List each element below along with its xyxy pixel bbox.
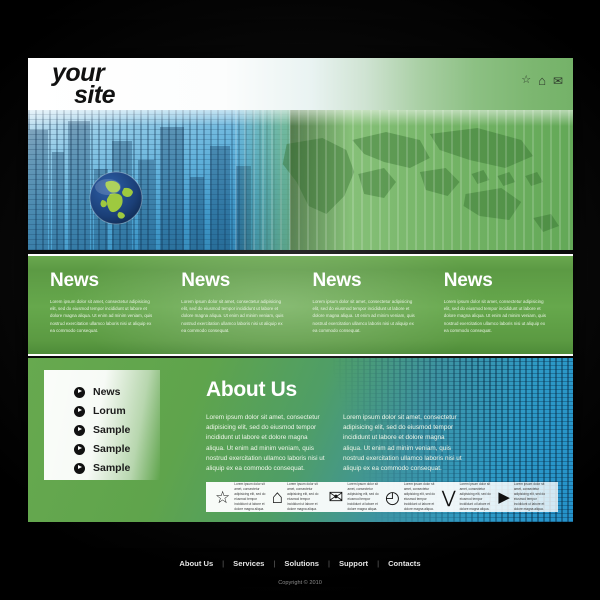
books-icon: ⋁ — [441, 487, 456, 507]
feature-item-mail[interactable]: ✉ Lorem ipsum dolor sit amet, consectetu… — [325, 482, 382, 512]
home-icon: ⌂ — [271, 486, 284, 508]
site-footer: About Us | Services | Solutions | Suppor… — [0, 553, 600, 586]
feature-item-star[interactable]: ☆ Lorem ipsum dolor sit amet, consectetu… — [212, 482, 269, 512]
footer-links: About Us | Services | Solutions | Suppor… — [179, 559, 420, 568]
footer-link-solutions[interactable]: Solutions — [284, 559, 319, 568]
footer-link-contacts[interactable]: Contacts — [388, 559, 421, 568]
website-mockup: your site ☆ ⌂ ✉ News Lorem ipsum dolor s… — [28, 58, 573, 548]
sidebar-item-label: News — [93, 386, 121, 398]
footer-separator: | — [273, 559, 276, 568]
news-body: Lorem ipsum dolor sit amet, consectetur … — [181, 299, 284, 333]
star-icon[interactable]: ☆ — [521, 75, 531, 86]
globe-icon — [86, 168, 146, 228]
hero-sheen — [28, 110, 573, 126]
news-section: News Lorem ipsum dolor sit amet, consect… — [28, 254, 573, 356]
arrow-circle-icon — [74, 443, 85, 455]
hero-stripe-overlay — [235, 110, 573, 250]
news-heading: News — [50, 270, 99, 291]
sidebar-item-label: Sample — [93, 443, 131, 455]
feature-caption: Lorem ipsum dolor sit amet, consectetur … — [513, 482, 546, 511]
news-body: Lorem ipsum dolor sit amet, consectetur … — [443, 299, 547, 333]
feature-caption: Lorem ipsum dolor sit amet, consectetur … — [347, 482, 379, 511]
about-title: About Us — [206, 378, 297, 401]
about-content: About Us Lorem ipsum dolor sit amet, con… — [206, 378, 462, 474]
site-header: your site ☆ ⌂ ✉ — [28, 58, 573, 110]
logo-line-2: site — [74, 81, 116, 109]
feature-item-books[interactable]: ⋁ Lorem ipsum dolor sit amet, consectetu… — [439, 482, 496, 512]
footer-link-support[interactable]: Support — [339, 559, 368, 568]
copyright-text: Copyright © 2010 — [278, 580, 322, 586]
feature-caption: Lorem ipsum dolor sit amet, consectetur … — [287, 482, 319, 511]
mail-icon: ✉ — [328, 487, 344, 507]
header-icon-group: ☆ ⌂ ✉ — [521, 74, 563, 87]
feature-item-home[interactable]: ⌂ Lorem ipsum dolor sit amet, consectetu… — [269, 482, 326, 512]
star-icon: ☆ — [215, 487, 231, 507]
footer-separator: | — [222, 559, 225, 568]
feature-item-clock[interactable]: ◴ Lorem ipsum dolor sit amet, consectetu… — [382, 482, 439, 512]
news-heading: News — [443, 270, 493, 291]
feature-caption: Lorem ipsum dolor sit amet, consectetur … — [234, 482, 266, 511]
feature-icon-strip: ☆ Lorem ipsum dolor sit amet, consectetu… — [206, 482, 558, 512]
play-icon: ▶ — [498, 488, 510, 506]
news-heading: News — [181, 270, 231, 291]
arrow-circle-icon — [74, 386, 85, 398]
footer-link-services[interactable]: Services — [233, 559, 264, 568]
sidebar-item-news[interactable]: News — [74, 386, 160, 398]
sidebar-item-sample-2[interactable]: Sample — [74, 443, 160, 455]
news-column: News Lorem ipsum dolor sit amet, consect… — [301, 270, 432, 354]
sidebar-item-label: Sample — [93, 462, 131, 474]
sidebar-item-sample-1[interactable]: Sample — [74, 424, 160, 436]
home-icon[interactable]: ⌂ — [538, 74, 546, 87]
news-column: News Lorem ipsum dolor sit amet, consect… — [38, 270, 169, 354]
news-body: Lorem ipsum dolor sit amet, consectetur … — [50, 299, 153, 333]
sidebar-item-sample-3[interactable]: Sample — [74, 462, 160, 474]
footer-separator: | — [327, 559, 330, 568]
arrow-circle-icon — [74, 462, 85, 474]
sidebar-item-lorum[interactable]: Lorum — [74, 405, 160, 417]
sidebar-item-label: Sample — [93, 424, 131, 436]
feature-caption: Lorem ipsum dolor sit amet, consectetur … — [403, 482, 436, 511]
footer-separator: | — [377, 559, 380, 568]
mail-icon[interactable]: ✉ — [553, 75, 563, 87]
about-paragraph-right: Lorem ipsum dolor sit amet, consectetur … — [343, 414, 462, 473]
sidebar-links-panel: News Lorum Sample Sample Sample — [44, 370, 160, 480]
about-paragraph-left: Lorem ipsum dolor sit amet, consectetur … — [206, 414, 325, 473]
hero-banner: Home About Us Services Contacts — [28, 110, 573, 250]
footer-link-about-us[interactable]: About Us — [179, 559, 213, 568]
feature-item-play[interactable]: ▶ Lorem ipsum dolor sit amet, consectetu… — [495, 482, 552, 512]
sidebar-item-label: Lorum — [93, 405, 126, 417]
arrow-circle-icon — [74, 405, 85, 417]
news-body: Lorem ipsum dolor sit amet, consectetur … — [312, 299, 415, 333]
feature-caption: Lorem ipsum dolor sit amet, consectetur … — [459, 482, 491, 511]
about-section: News Lorum Sample Sample Sample About Us — [28, 358, 573, 522]
clock-icon: ◴ — [385, 487, 400, 507]
arrow-circle-icon — [74, 424, 85, 436]
news-column: News Lorem ipsum dolor sit amet, consect… — [432, 270, 563, 354]
news-heading: News — [312, 270, 362, 291]
news-column: News Lorem ipsum dolor sit amet, consect… — [169, 270, 300, 354]
site-logo[interactable]: your site — [52, 61, 116, 109]
